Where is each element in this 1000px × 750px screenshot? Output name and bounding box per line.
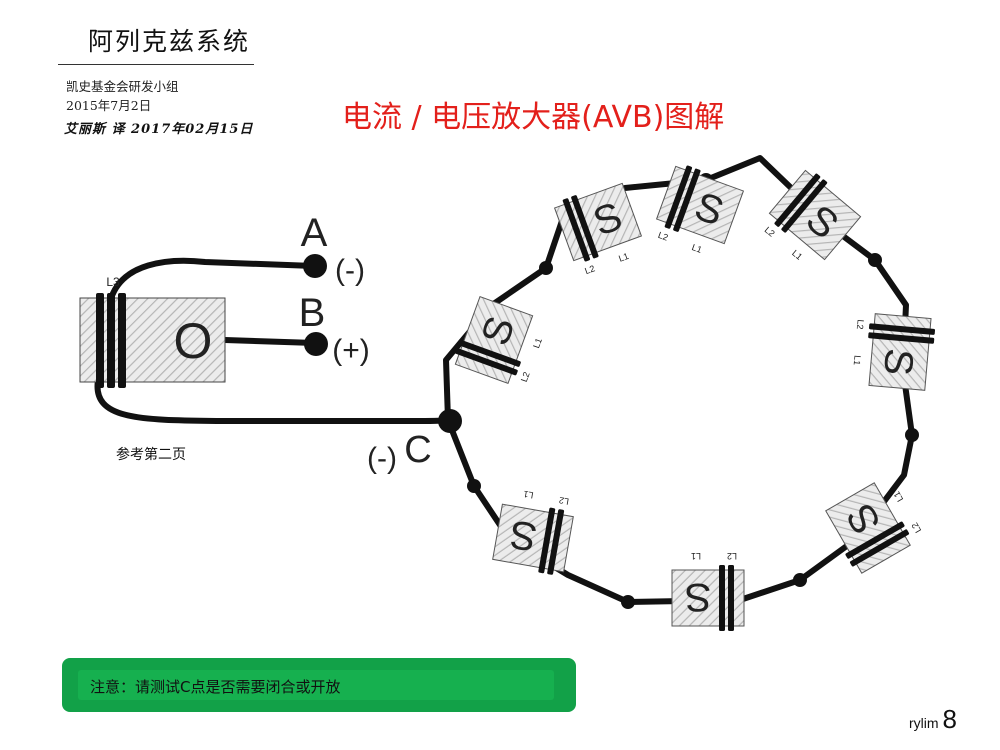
s-core-unit: SL2L1 xyxy=(454,295,544,385)
s-core-unit: SL2L1 xyxy=(492,489,574,575)
terminal-b-polarity: (+) xyxy=(332,334,370,367)
coil-l2-label: L2 xyxy=(763,225,777,239)
s-core-unit: SL2L1 xyxy=(825,482,924,574)
note-text: 注意：请测试C点是否需要闭合或开放 xyxy=(90,678,341,696)
terminal-c-node xyxy=(438,409,462,433)
avb-diagram: L3 O A (-) B (+) (-) C SL2L1SL2L1SL2L1SL… xyxy=(79,155,936,631)
coil-l2-label: L2 xyxy=(855,319,866,330)
s-core-unit: S L2 L1 xyxy=(671,551,745,631)
coil-l1-label: L1 xyxy=(790,248,804,262)
knot xyxy=(793,573,807,587)
coil-l3-label: L3 xyxy=(106,275,120,289)
core-o-coil-l3: L3 O xyxy=(79,275,226,388)
coil-l2-label: L2 xyxy=(558,495,570,507)
knot xyxy=(467,479,481,493)
coil-l2-label: L2 xyxy=(583,263,596,276)
wire-l3-to-c xyxy=(94,377,453,424)
s-core-ring: SL2L1SL2L1SL2L1SL2L1SL2L1S L2L1SL2L1SL2L1 xyxy=(454,165,936,631)
s-core-label: S xyxy=(685,575,712,619)
terminal-c-label: C xyxy=(404,429,431,471)
brand-label: rylim xyxy=(909,715,939,731)
s-core-unit: SL2L1 xyxy=(553,182,643,276)
knot xyxy=(868,253,882,267)
footer: rylim 8 xyxy=(909,704,957,735)
s-core-label: S xyxy=(875,347,921,377)
coil-l1-label: L1 xyxy=(523,489,535,501)
page-number: 8 xyxy=(942,704,958,734)
reference-note: 参考第二页 xyxy=(116,447,186,463)
wire-a xyxy=(107,257,317,305)
s-core-unit: S L2 L1 xyxy=(852,313,936,391)
coil-l1-label: L1 xyxy=(531,337,544,350)
note-inner: 注意：请测试C点是否需要闭合或开放 xyxy=(78,670,554,700)
terminal-a-node xyxy=(303,254,327,278)
s-core-unit: SL2L1 xyxy=(763,169,862,262)
coil-l2-label: L2 xyxy=(727,551,737,561)
terminal-a-label: A xyxy=(301,211,328,255)
knot xyxy=(539,261,553,275)
s-core-unit: SL2L1 xyxy=(655,165,745,255)
knot xyxy=(905,428,919,442)
coil-l1-label: L1 xyxy=(691,551,701,561)
coil-l2-label: L2 xyxy=(519,371,532,384)
core-o-label: O xyxy=(174,313,213,369)
coil-l1-label: L1 xyxy=(617,251,630,264)
coil-l2-label: L2 xyxy=(657,230,670,243)
coil-l1-label: L1 xyxy=(852,355,863,366)
wire-b xyxy=(222,337,318,346)
note-panel: 注意：请测试C点是否需要闭合或开放 xyxy=(62,658,576,712)
coil-l2-label: L2 xyxy=(910,521,924,535)
terminal-b-label: B xyxy=(299,291,326,335)
coil-l1-label: L1 xyxy=(690,242,703,255)
knot xyxy=(621,595,635,609)
terminal-a-polarity: (-) xyxy=(335,254,365,287)
coil-winding xyxy=(728,565,734,631)
terminal-c-polarity: (-) xyxy=(367,442,397,475)
terminal-b-node xyxy=(304,332,328,356)
coil-winding xyxy=(719,565,725,631)
